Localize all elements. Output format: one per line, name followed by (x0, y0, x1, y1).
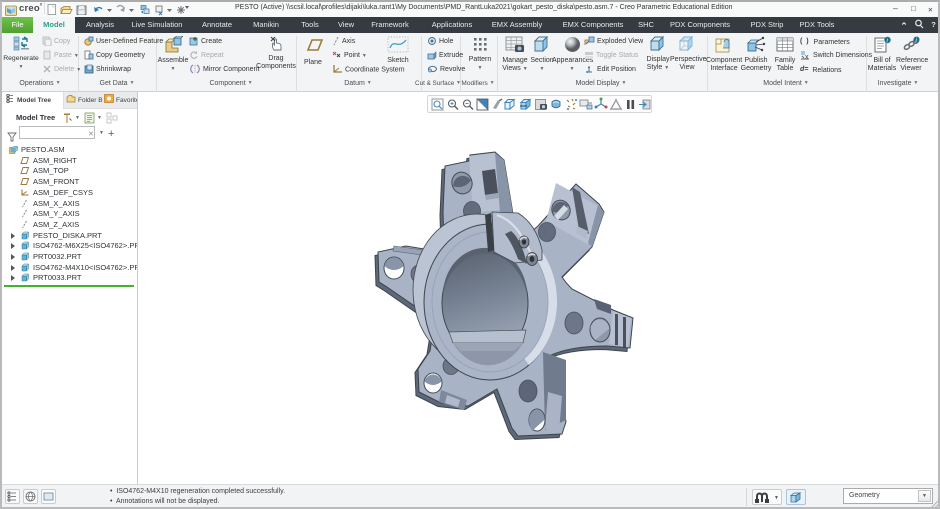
svg-text:x: x (805, 54, 809, 60)
